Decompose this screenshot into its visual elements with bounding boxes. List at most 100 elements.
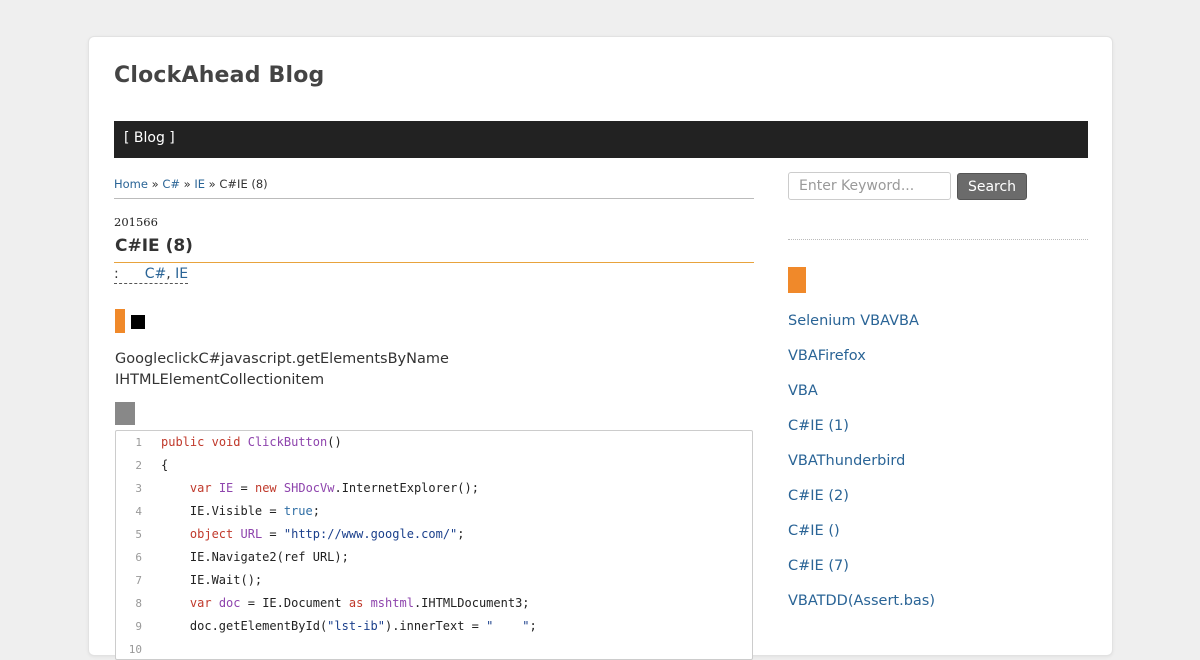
code-token: IE.Wait(); — [161, 573, 263, 587]
code-line: 6 IE.Navigate2(ref URL); — [116, 546, 752, 569]
code-line-number: 9 — [135, 620, 142, 633]
code-token: = — [262, 527, 284, 541]
code-line: 2{ — [116, 454, 752, 477]
code-line: 3 var IE = new SHDocVw.InternetExplorer(… — [116, 477, 752, 500]
code-line: 5 object URL = "http://www.google.com/"; — [116, 523, 752, 546]
code-token: public — [161, 435, 205, 449]
code-line-number: 5 — [135, 528, 142, 541]
post-category-ie[interactable]: IE — [175, 266, 188, 282]
code-line: 1 public void ClickButton() — [116, 431, 752, 454]
code-token: new — [254, 481, 277, 495]
recent-post-link[interactable]: VBAFirefox — [788, 348, 866, 364]
recent-posts-list: Selenium VBAVBA VBAFirefox VBA C#IE (1) VBAT… — [788, 313, 935, 628]
recent-post-link[interactable]: VBA — [788, 383, 818, 399]
breadcrumb-current: C#IE (8) — [219, 177, 268, 191]
breadcrumb-separator: » — [205, 177, 220, 191]
code-token: " " — [486, 619, 530, 633]
code-line: 8 var doc = IE.Document as mshtml.IHTMLD… — [116, 592, 752, 615]
code-token: ).innerText = — [384, 619, 487, 633]
code-token: URL — [240, 527, 263, 541]
code-token: = — [233, 481, 255, 495]
section-accent-bar — [115, 309, 125, 333]
code-line-number: 2 — [135, 459, 142, 472]
site-title[interactable]: ClockAhead Blog — [114, 63, 325, 88]
code-line-text: var doc = IE.Document as mshtml.IHTMLDoc… — [148, 592, 530, 615]
code-line: 10 — [116, 638, 752, 659]
recent-post-item: C#IE (7) — [788, 558, 935, 593]
code-line-text: doc.getElementById("lst-ib").innerText =… — [148, 615, 537, 638]
code-token: IE.Visible = — [161, 504, 284, 518]
code-line-number: 1 — [135, 436, 142, 449]
code-line-number: 8 — [135, 597, 142, 610]
recent-post-link[interactable]: VBATDD(Assert.bas) — [788, 593, 935, 609]
recent-post-link[interactable]: C#IE (7) — [788, 558, 849, 574]
recent-post-item: C#IE (1) — [788, 418, 935, 453]
recent-post-link[interactable]: C#IE (1) — [788, 418, 849, 434]
search-input[interactable] — [788, 172, 951, 200]
main-content: Home » C# » IE » C#IE (8) 201566 C#IE (8… — [114, 177, 754, 660]
sidebar-section-accent — [788, 267, 806, 293]
recent-post-item: VBA — [788, 383, 935, 418]
code-line: 4 IE.Visible = true; — [116, 500, 752, 523]
page-card: ClockAhead Blog [ Blog ] Home » C# » IE … — [88, 36, 1113, 660]
code-line-text: IE.Wait(); — [148, 569, 262, 592]
sidebar-divider — [788, 239, 1088, 240]
code-line-text: { — [148, 454, 168, 477]
code-line-number: 10 — [128, 643, 142, 656]
code-token: IE — [218, 481, 234, 495]
nav-blog-link[interactable]: [ Blog ] — [124, 130, 175, 146]
breadcrumb-separator: » — [147, 177, 163, 191]
code-token: mshtml — [370, 596, 414, 610]
code-block: 1 public void ClickButton() 2{3 var IE = n… — [115, 430, 753, 660]
code-token: () — [327, 435, 342, 449]
code-line-text: public void ClickButton() — [148, 431, 342, 454]
code-label-marker — [115, 402, 135, 425]
post-category-csharp[interactable]: C# — [145, 266, 167, 282]
recent-post-link[interactable]: C#IE (2) — [788, 488, 849, 504]
recent-post-link[interactable]: Selenium VBAVBA — [788, 313, 919, 329]
breadcrumb-home[interactable]: Home — [114, 177, 148, 191]
code-token: "lst-ib" — [327, 619, 385, 633]
code-line-number: 6 — [135, 551, 142, 564]
code-line-text: object URL = "http://www.google.com/"; — [148, 523, 465, 546]
recent-post-item: Selenium VBAVBA — [788, 313, 935, 348]
code-token: ; — [312, 504, 320, 518]
code-line-number: 7 — [135, 574, 142, 587]
code-line-text: var IE = new SHDocVw.InternetExplorer(); — [148, 477, 479, 500]
code-line-text: IE.Navigate2(ref URL); — [148, 546, 349, 569]
code-token: object — [189, 527, 234, 541]
recent-post-item: VBATDD(Assert.bas) — [788, 593, 935, 628]
post-title: C#IE (8) — [114, 236, 754, 263]
code-token: SHDocVw — [283, 481, 335, 495]
post-category-separator: , — [166, 266, 176, 282]
code-line: 7 IE.Wait(); — [116, 569, 752, 592]
section-heading — [114, 309, 754, 333]
code-token: doc.getElementById( — [161, 619, 328, 633]
recent-post-link[interactable]: VBAThunderbird — [788, 453, 905, 469]
post-paragraph-line: GoogleclickC#javascript.getElementsByNam… — [115, 351, 449, 367]
code-token: var — [189, 596, 212, 610]
breadcrumb-category-csharp[interactable]: C# — [162, 177, 180, 191]
code-line-number: 3 — [135, 482, 142, 495]
recent-post-item: C#IE () — [788, 523, 935, 558]
post-meta-prefix: : — [114, 266, 119, 282]
search-button[interactable]: Search — [957, 173, 1027, 200]
recent-post-item: VBAFirefox — [788, 348, 935, 383]
recent-post-link[interactable]: C#IE () — [788, 523, 840, 539]
post-date: 201566 — [114, 215, 158, 229]
code-token: ; — [457, 527, 465, 541]
code-token: doc — [218, 596, 241, 610]
code-token: IE.Navigate2(ref URL); — [161, 550, 349, 564]
recent-post-item: C#IE (2) — [788, 488, 935, 523]
breadcrumb-category-ie[interactable]: IE — [194, 177, 205, 191]
